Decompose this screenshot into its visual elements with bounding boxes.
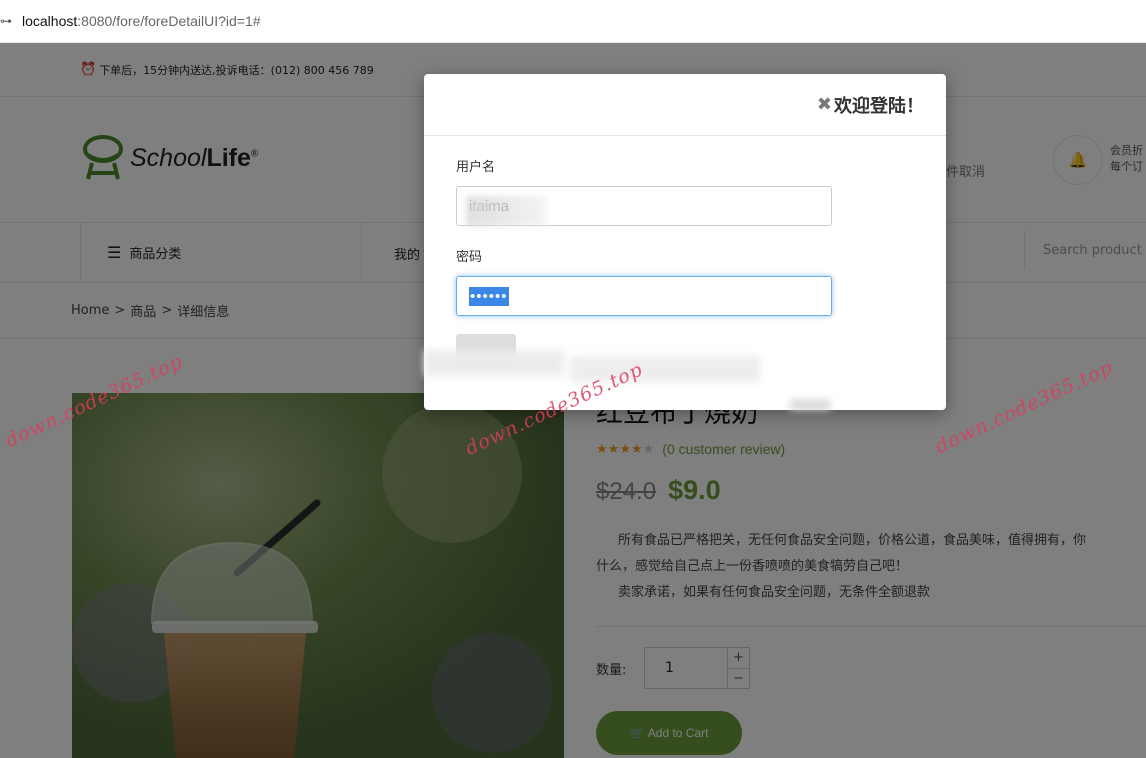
password-value: •••••• (469, 286, 509, 306)
login-modal-header: ✖ 欢迎登陆！ (424, 74, 946, 136)
password-label: 密码 (456, 250, 483, 265)
address-url[interactable]: localhost:8080/fore/foreDetailUI?id=1# (22, 13, 261, 29)
redaction-blur (790, 400, 830, 410)
redaction-blur (466, 196, 546, 226)
site-info-icon[interactable]: ⊶ (0, 14, 20, 28)
password-input[interactable]: •••••• (456, 276, 832, 316)
username-label: 用户名 (456, 160, 496, 175)
close-icon[interactable]: ✖ (817, 94, 832, 115)
login-modal-title: 欢迎登陆！ (834, 95, 924, 117)
login-form: 用户名 密码 •••••• (424, 136, 946, 368)
browser-address-bar[interactable]: ⊶ localhost:8080/fore/foreDetailUI?id=1# (0, 0, 1146, 43)
redaction-blur (424, 350, 564, 376)
